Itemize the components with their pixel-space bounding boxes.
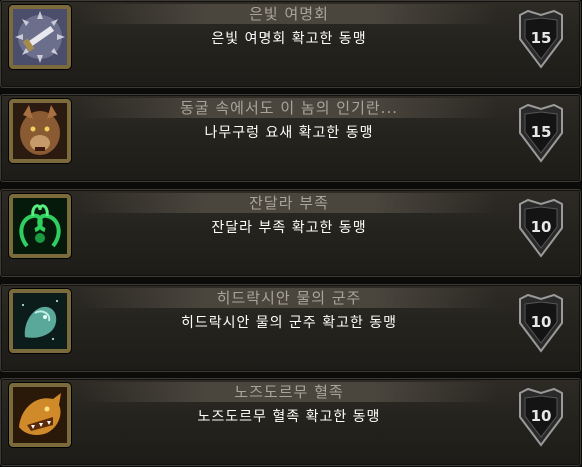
dragon-head-icon: [9, 383, 71, 447]
wolf-head-icon: [9, 99, 71, 163]
achievement-description: 히드락시안 물의 군주 확고한 동맹: [180, 315, 398, 331]
achievement-row[interactable]: 히드락시안 물의 군주 히드락시안 물의 군주 확고한 동맹 10: [0, 284, 581, 372]
points-value: 10: [530, 407, 552, 425]
points-value: 10: [530, 218, 552, 236]
points-shield: 15: [516, 103, 566, 163]
points-shield: 10: [516, 293, 566, 353]
achievement-description: 나무구렁 요새 확고한 동맹: [204, 125, 374, 141]
achievement-description: 잔달라 부족 확고한 동맹: [211, 220, 367, 236]
achievement-row[interactable]: 잔달라 부족 잔달라 부족 확고한 동맹 10: [0, 189, 581, 277]
snake-emblem-icon: [9, 194, 71, 258]
points-value: 15: [530, 123, 552, 141]
achievement-description: 은빛 여명회 확고한 동맹: [211, 31, 367, 47]
water-elemental-icon: [9, 289, 71, 353]
achievement-title: 잔달라 부족: [249, 194, 329, 212]
sword-icon: [9, 5, 71, 69]
achievement-title: 노즈도르무 혈족: [234, 383, 344, 401]
achievement-title: 히드락시안 물의 군주: [216, 289, 362, 307]
achievement-title: 은빛 여명회: [249, 5, 329, 23]
achievement-title: 동굴 속에서도 이 놈의 인기란...: [180, 99, 398, 117]
achievement-row[interactable]: 은빛 여명회 은빛 여명회 확고한 동맹 15: [0, 0, 581, 88]
points-shield: 10: [516, 198, 566, 258]
achievement-row[interactable]: 동굴 속에서도 이 놈의 인기란... 나무구렁 요새 확고한 동맹 15: [0, 94, 581, 182]
achievement-row[interactable]: 노즈도르무 혈족 노즈도르무 혈족 확고한 동맹 10: [0, 378, 581, 466]
points-value: 15: [530, 29, 552, 47]
points-shield: 10: [516, 387, 566, 447]
points-shield: 15: [516, 9, 566, 69]
points-value: 10: [530, 313, 552, 331]
achievement-list: 은빛 여명회 은빛 여명회 확고한 동맹 15 동굴 속에서도 이 놈의 인기란…: [0, 0, 582, 467]
achievement-description: 노즈도르무 혈족 확고한 동맹: [197, 409, 381, 425]
